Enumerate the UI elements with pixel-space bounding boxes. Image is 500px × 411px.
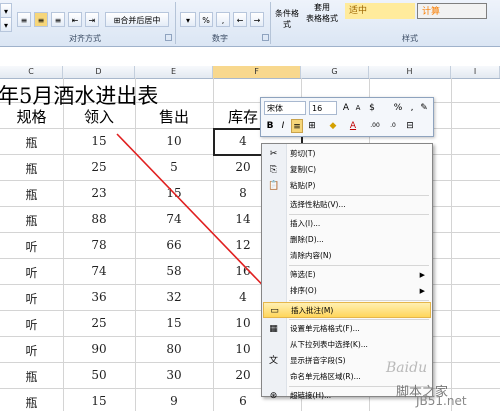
italic-button[interactable]: I xyxy=(277,119,289,133)
submenu-arrow-icon: ▶ xyxy=(419,287,425,295)
bold-button[interactable]: B xyxy=(264,119,276,133)
copy-icon: ⎘ xyxy=(269,165,278,175)
context-menu: ✂ 剪切(T) ⎘ 复制(C) 📋 粘贴(P) 选择性粘贴(V)... 插入(I)... 删除(… xyxy=(261,143,433,401)
menu-item[interactable]: 从下拉列表中选择(K)... xyxy=(263,337,431,353)
watermark-logo: Baidu xyxy=(386,360,428,376)
shrink-font-button[interactable]: A xyxy=(352,101,364,115)
currency-button[interactable]: $ xyxy=(366,101,378,115)
merge-cells-icon[interactable]: ⊟ xyxy=(404,119,416,133)
menu-item-label: 清除内容(N) xyxy=(290,251,332,260)
format-painter-icon[interactable]: ✎ xyxy=(418,101,430,115)
comment-icon: ▭ xyxy=(270,306,279,316)
center-align-button[interactable]: ≡ xyxy=(291,119,303,133)
menu-separator xyxy=(289,214,429,215)
menu-separator xyxy=(289,265,429,266)
menu-item[interactable]: 插入(I)... xyxy=(263,216,431,232)
grow-font-button[interactable]: A xyxy=(340,101,352,115)
border-icon[interactable]: ⊞ xyxy=(306,119,318,133)
submenu-arrow-icon: ▶ xyxy=(419,271,425,279)
font-size-select[interactable]: 16 xyxy=(309,101,337,115)
scissors-icon: ✂ xyxy=(269,149,278,159)
increase-decimal-button[interactable]: .0 xyxy=(385,119,401,133)
menu-item-label: 命名单元格区域(R)... xyxy=(290,372,361,381)
menu-item[interactable]: 📋 粘贴(P) xyxy=(263,178,431,194)
comma-button[interactable]: , xyxy=(406,101,418,115)
menu-separator xyxy=(289,195,429,196)
hyperlink-icon: ⊛ xyxy=(269,391,278,401)
menu-item[interactable]: 清除内容(N) xyxy=(263,248,431,264)
menu-item-label: 选择性粘贴(V)... xyxy=(290,200,346,209)
menu-item-label: 超链接(H)... xyxy=(290,391,332,400)
menu-item[interactable]: ✂ 剪切(T) xyxy=(263,146,431,162)
menu-item-label: 从下拉列表中选择(K)... xyxy=(290,340,368,349)
percent-button[interactable]: % xyxy=(392,101,404,115)
fill-color-icon[interactable]: ◆ xyxy=(327,119,339,133)
menu-item[interactable]: 筛选(E) ▶ xyxy=(263,267,431,283)
menu-item-label: 筛选(E) xyxy=(290,270,316,279)
menu-item[interactable]: ⎘ 复制(C) xyxy=(263,162,431,178)
phonetic-icon: 文 xyxy=(268,356,278,366)
menu-item-label: 显示拼音字段(S) xyxy=(290,356,346,365)
menu-item-label: 插入批注(M) xyxy=(291,306,334,315)
menu-item-label: 剪切(T) xyxy=(290,149,316,158)
menu-item-label: 删除(D)... xyxy=(290,235,324,244)
menu-item[interactable]: 排序(O) ▶ xyxy=(263,283,431,299)
menu-item[interactable]: ▦ 设置单元格格式(F)... xyxy=(263,321,431,337)
menu-item-label: 排序(O) xyxy=(290,286,317,295)
menu-separator xyxy=(289,319,429,320)
decrease-decimal-button[interactable]: .00 xyxy=(367,119,383,133)
font-name-select[interactable]: 宋体 xyxy=(264,101,306,115)
menu-item[interactable]: ▭ 插入批注(M) xyxy=(263,302,431,318)
menu-item-label: 复制(C) xyxy=(290,165,317,174)
menu-separator xyxy=(289,300,429,301)
menu-item-label: 插入(I)... xyxy=(290,219,321,228)
font-color-button[interactable]: A xyxy=(347,119,359,133)
mini-toolbar: 宋体 16 A A $ % , ✎ B I ≡ ⊞ ◆ A .00 .0 ⊟ xyxy=(260,97,434,137)
watermark-line2: JB51.net xyxy=(416,394,467,408)
format-cells-icon: ▦ xyxy=(269,324,278,334)
menu-item[interactable]: 删除(D)... xyxy=(263,232,431,248)
paste-icon: 📋 xyxy=(268,181,280,191)
menu-item-label: 粘贴(P) xyxy=(290,181,316,190)
menu-item[interactable]: 选择性粘贴(V)... xyxy=(263,197,431,213)
menu-item-label: 设置单元格格式(F)... xyxy=(290,324,360,333)
